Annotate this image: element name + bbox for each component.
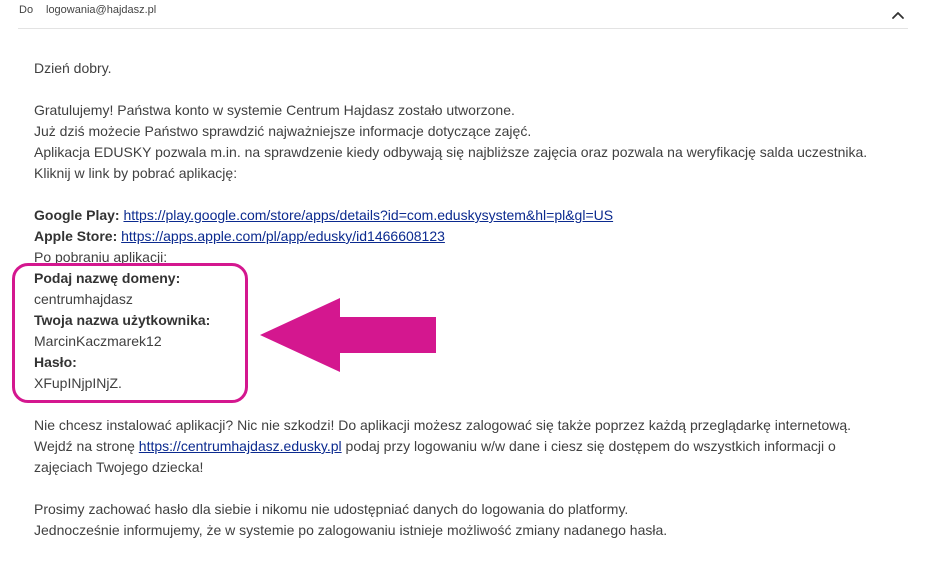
greeting: Dzień dobry. (34, 60, 112, 76)
paragraph-line: Aplikacja EDUSKY pozwala m.in. na sprawd… (34, 144, 868, 160)
google-play-row: Google Play: https://play.google.com/sto… (34, 205, 914, 226)
domain-value: centrumhajdasz (34, 291, 133, 307)
username-value: MarcinKaczmarek12 (34, 333, 162, 349)
visit-row: Wejdź na stronę https://centrumhajdasz.e… (34, 436, 914, 457)
visit-prefix: Wejdź na stronę (34, 438, 139, 454)
after-download-text: Po pobraniu aplikacji: (34, 249, 168, 265)
paragraph-line: Kliknij w link by pobrać aplikację: (34, 165, 238, 181)
google-play-link[interactable]: https://play.google.com/store/apps/detai… (123, 207, 613, 223)
closing-line: Prosimy zachować hasło dla siebie i niko… (34, 501, 629, 517)
apple-store-link[interactable]: https://apps.apple.com/pl/app/edusky/id1… (121, 228, 445, 244)
google-play-label: Google Play: (34, 207, 120, 223)
visit-suffix: podaj przy logowaniu w/w dane i ciesz si… (341, 438, 836, 454)
email-header: Do logowania@hajdasz.pl (0, 0, 944, 28)
visit-line2: zajęciach Twojego dziecka! (34, 459, 204, 475)
username-label: Twoja nazwa użytkownika: (34, 312, 211, 328)
arrow-left-icon (260, 298, 436, 372)
chevron-up-icon[interactable] (889, 8, 907, 22)
to-label: Do (19, 4, 34, 16)
password-value: XFupINjpINjZ. (34, 375, 122, 391)
paragraph-line: Gratulujemy! Państwa konto w systemie Ce… (34, 102, 515, 118)
paragraph-line: Już dziś możecie Państwo sprawdzić najwa… (34, 123, 532, 139)
closing-line: Jednocześnie informujemy, że w systemie … (34, 522, 668, 538)
edusky-web-link[interactable]: https://centrumhajdasz.edusky.pl (139, 438, 342, 454)
apple-store-row: Apple Store: https://apps.apple.com/pl/a… (34, 226, 914, 247)
recipient-address[interactable]: logowania@hajdasz.pl (46, 4, 156, 16)
apple-store-label: Apple Store: (34, 228, 118, 244)
no-install-text: Nie chcesz instalować aplikacji? Nic nie… (34, 417, 852, 433)
domain-label: Podaj nazwę domeny: (34, 270, 181, 286)
email-body: Dzień dobry. Gratulujemy! Państwa konto … (34, 58, 914, 541)
password-label: Hasło: (34, 354, 77, 370)
header-divider (18, 28, 908, 29)
